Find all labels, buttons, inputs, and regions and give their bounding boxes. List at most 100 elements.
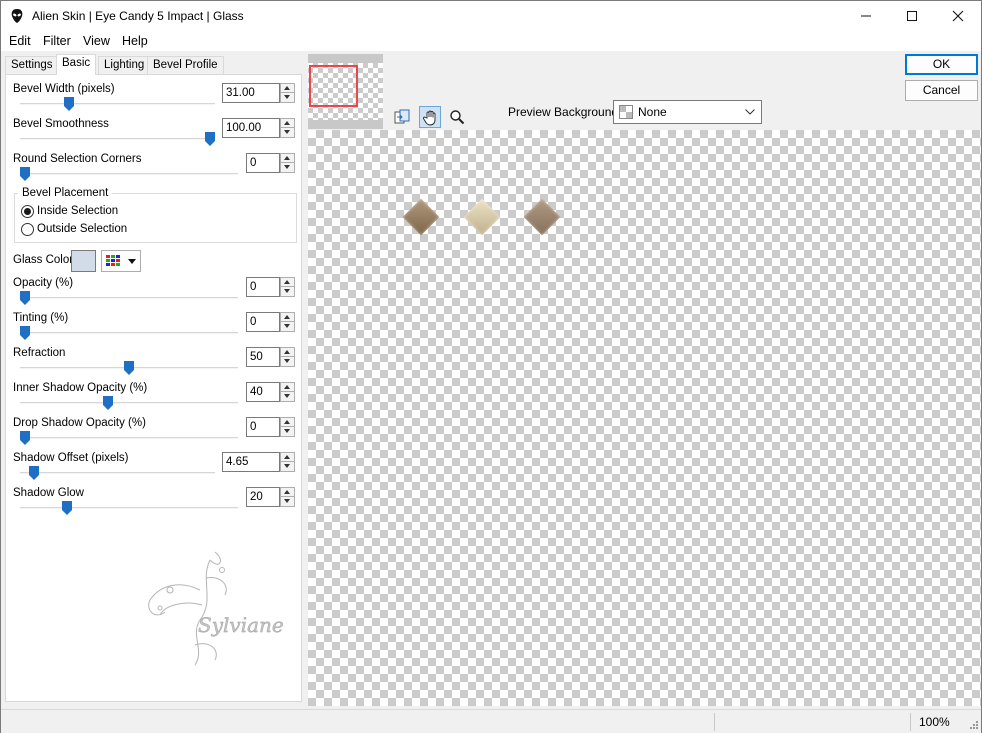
bevel-width-slider[interactable] [64,97,75,111]
maximize-icon [907,11,917,21]
outside-selection-radio[interactable] [21,223,34,236]
menu-bar: Edit Filter View Help [1,31,981,51]
menu-filter[interactable]: Filter [43,34,71,48]
dropdown-arrow-icon [128,259,136,264]
tinting-input[interactable]: 0 [246,312,280,332]
resize-grip-icon[interactable] [967,720,979,732]
drop-shadow-opacity-slider[interactable] [20,431,30,445]
round-corners-slider[interactable] [20,167,30,181]
round-corners-label: Round Selection Corners [13,153,142,165]
drop-shadow-opacity-label: Drop Shadow Opacity (%) [13,417,146,429]
tab-bevel-profile[interactable]: Bevel Profile [147,56,224,74]
preview-background-select[interactable]: None [613,100,762,124]
preview-gem [523,198,561,236]
round-corners-spinner[interactable] [280,153,295,173]
close-button[interactable] [935,1,981,31]
tinting-track [20,332,238,334]
shadow-offset-label: Shadow Offset (pixels) [13,452,129,464]
shadow-glow-slider[interactable] [61,501,72,515]
menu-help[interactable]: Help [122,34,148,48]
ok-button[interactable]: OK [905,54,978,75]
inner-shadow-opacity-spinner[interactable] [280,382,295,402]
toggle-preview-tool[interactable] [391,106,413,128]
tab-lighting[interactable]: Lighting [98,56,151,74]
zoom-level: 100% [919,715,950,729]
inner-shadow-opacity-input[interactable]: 40 [246,382,280,402]
outside-selection-label[interactable]: Outside Selection [37,223,127,235]
preview-gem [402,198,440,236]
basic-settings-panel: Bevel Width (pixels) 31.00 Bevel Smoothn… [5,74,302,702]
preview-gem [463,198,501,236]
minimize-icon [861,15,871,17]
bevel-width-input[interactable]: 31.00 [222,83,280,103]
opacity-slider[interactable] [20,291,30,305]
bevel-width-spinner[interactable] [280,83,295,103]
refraction-spinner[interactable] [280,347,295,367]
opacity-input[interactable]: 0 [246,277,280,297]
tab-settings[interactable]: Settings [5,56,59,74]
menu-view[interactable]: View [83,34,110,48]
tinting-spinner[interactable] [280,312,295,332]
bevel-smoothness-input[interactable]: 100.00 [222,118,280,138]
hand-tool[interactable] [419,106,441,128]
shadow-glow-track [20,507,238,509]
shadow-glow-input[interactable]: 20 [246,487,280,507]
tinting-label: Tinting (%) [13,312,69,324]
magnifier-icon [450,110,465,125]
drop-shadow-opacity-input[interactable]: 0 [246,417,280,437]
tab-basic[interactable]: Basic [56,54,97,75]
inside-selection-label[interactable]: Inside Selection [37,205,118,217]
cancel-button[interactable]: Cancel [905,80,978,101]
alien-skin-app-icon [11,9,23,23]
glass-color-swatch[interactable] [71,250,96,272]
bevel-smoothness-track [20,138,215,140]
shadow-offset-input[interactable]: 4.65 [222,452,280,472]
round-corners-input[interactable]: 0 [246,153,280,173]
refraction-label: Refraction [13,347,66,359]
color-grid-icon [106,255,120,266]
zoom-tool[interactable] [446,106,468,128]
bevel-placement-title: Bevel Placement [18,187,113,199]
navigator-view-rectangle[interactable] [309,65,358,107]
window-title: Alien Skin | Eye Candy 5 Impact | Glass [32,9,244,23]
inner-shadow-opacity-label: Inner Shadow Opacity (%) [13,382,148,394]
menu-edit[interactable]: Edit [9,34,31,48]
opacity-spinner[interactable] [280,277,295,297]
drop-shadow-opacity-track [20,437,238,439]
drop-shadow-opacity-spinner[interactable] [280,417,295,437]
inside-selection-radio[interactable] [21,205,34,218]
refraction-slider[interactable] [124,361,134,375]
shadow-glow-label: Shadow Glow [13,487,84,499]
bevel-placement-group [14,193,297,243]
bevel-width-track [20,103,215,105]
refraction-input[interactable]: 50 [246,347,280,367]
bevel-smoothness-spinner[interactable] [280,118,295,138]
close-icon [952,10,964,22]
dialog-window: Alien Skin | Eye Candy 5 Impact | Glass … [0,0,982,733]
watermark-flourish: Sylviane [148,551,284,666]
minimize-button[interactable] [843,1,889,31]
shadow-offset-spinner[interactable] [280,452,295,472]
glass-color-label: Glass Color [13,254,74,266]
status-bar: 100% [1,709,981,733]
color-picker-button[interactable] [101,250,141,272]
inner-shadow-opacity-slider[interactable] [103,396,114,410]
tinting-slider[interactable] [20,326,30,340]
watermark-text: Sylviane [198,613,284,637]
round-corners-track [20,173,238,175]
inner-shadow-opacity-track [20,402,238,404]
shadow-offset-track [20,472,215,474]
title-bar: Alien Skin | Eye Candy 5 Impact | Glass [1,1,981,31]
maximize-button[interactable] [889,1,935,31]
bevel-smoothness-slider[interactable] [205,132,215,146]
hand-icon [423,110,436,126]
compare-preview-icon [394,109,410,124]
preview-background-value: None [638,105,667,119]
shadow-offset-slider[interactable] [29,466,40,480]
bevel-width-label: Bevel Width (pixels) [13,83,115,95]
status-divider [714,713,715,731]
preview-canvas[interactable] [308,130,981,706]
shadow-glow-spinner[interactable] [280,487,295,507]
opacity-label: Opacity (%) [13,277,74,289]
preview-background-label: Preview Background: [508,105,622,119]
